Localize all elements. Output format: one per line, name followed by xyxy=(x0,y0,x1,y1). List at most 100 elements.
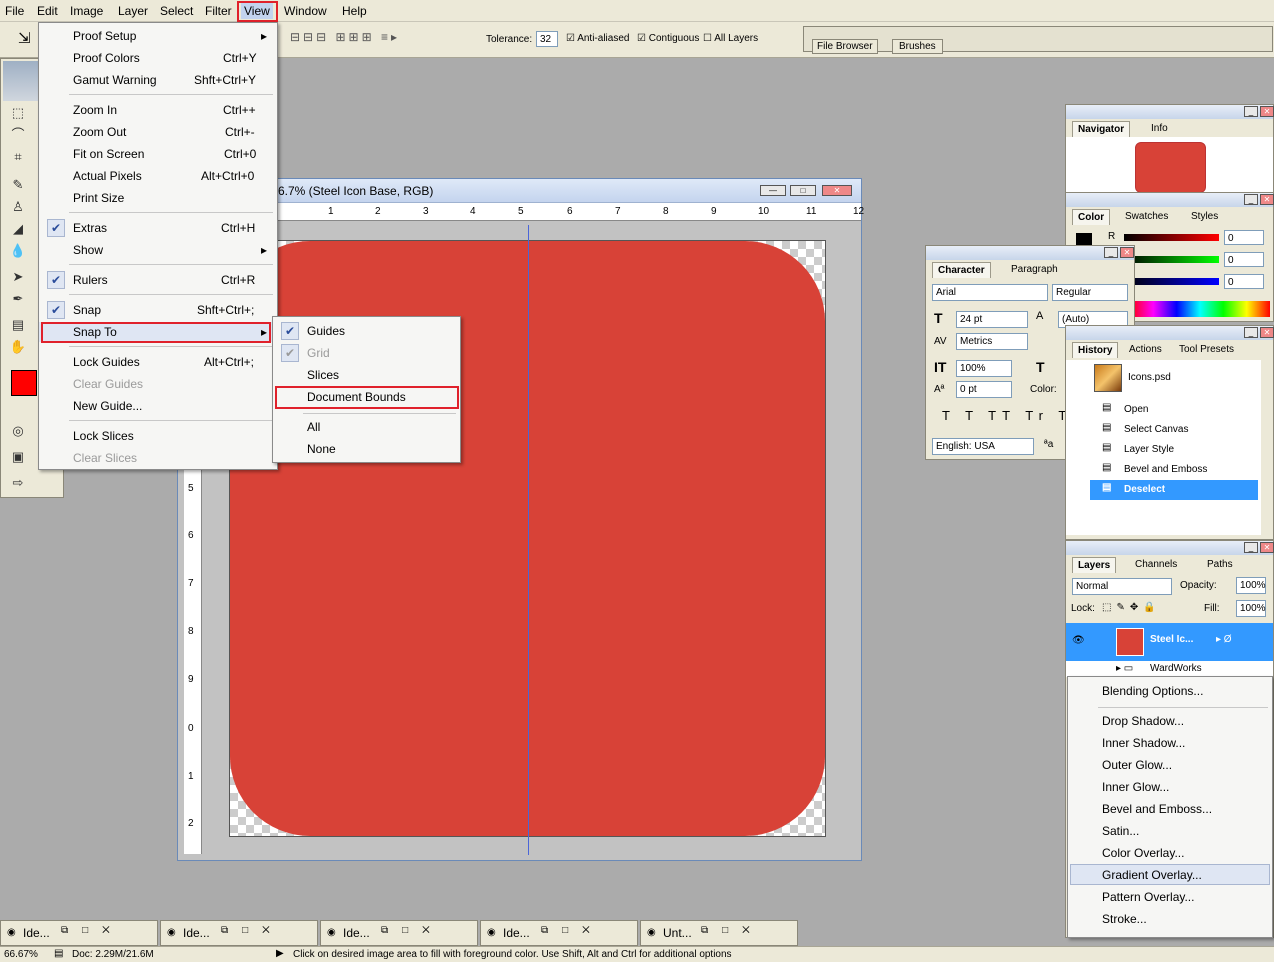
tab-navigator[interactable]: Navigator xyxy=(1072,121,1131,137)
menu-item-blending-options[interactable]: Blending Options... xyxy=(1102,684,1203,698)
antialiased-checkbox[interactable]: ☑ Anti-aliased xyxy=(566,33,629,44)
menu-item-zoom-in[interactable]: Zoom In Ctrl++ xyxy=(39,100,277,120)
tab-actions[interactable]: Actions xyxy=(1124,342,1167,358)
notes-tool-icon[interactable]: ▤ xyxy=(7,315,29,335)
window-buttons[interactable]: ⧉□✕ xyxy=(701,925,764,936)
menu-item-outer-glow[interactable]: Outer Glow... xyxy=(1102,758,1172,772)
close-button[interactable]: ✕ xyxy=(1260,106,1274,117)
window-buttons[interactable]: ⧉□✕ xyxy=(61,925,124,936)
vertical-scale-input[interactable]: 100% xyxy=(956,360,1012,377)
green-value[interactable]: 0 xyxy=(1224,252,1264,267)
minimized-doc[interactable]: ◉ Ide... ⧉□✕ xyxy=(320,920,478,946)
menu-file[interactable]: File xyxy=(2,3,27,19)
menu-item-satin[interactable]: Satin... xyxy=(1102,824,1139,838)
close-button[interactable]: ✕ xyxy=(1260,194,1274,205)
layer-name[interactable]: Steel Ic... xyxy=(1150,634,1193,645)
history-step[interactable]: ▤ Layer Style xyxy=(1066,440,1256,460)
menu-item-extras[interactable]: ✔ Extras Ctrl+H xyxy=(39,218,277,238)
window-buttons[interactable]: ⧉□✕ xyxy=(381,925,444,936)
layer-row-group[interactable]: ▸ ▭ WardWorks xyxy=(1066,661,1273,677)
menu-item-bevel-emboss[interactable]: Bevel and Emboss... xyxy=(1102,802,1212,816)
minimized-doc[interactable]: ◉ Ide... ⧉□✕ xyxy=(0,920,158,946)
stamp-tool-icon[interactable]: ♙ xyxy=(7,197,29,217)
minimize-button[interactable]: — xyxy=(760,185,786,196)
language-select[interactable]: English: USA xyxy=(932,438,1034,455)
blue-value[interactable]: 0 xyxy=(1224,274,1264,289)
foreground-color-swatch[interactable] xyxy=(11,370,37,396)
close-button[interactable]: ✕ xyxy=(1260,327,1274,338)
menu-item-inner-shadow[interactable]: Inner Shadow... xyxy=(1102,736,1185,750)
menu-item-show[interactable]: Show ▸ xyxy=(39,240,277,260)
crop-tool-icon[interactable]: ⌗ xyxy=(7,147,29,167)
navigator-view[interactable] xyxy=(1066,137,1273,193)
menu-edit[interactable]: Edit xyxy=(34,3,61,19)
tab-history[interactable]: History xyxy=(1072,342,1119,358)
menu-window[interactable]: Window xyxy=(281,3,330,19)
opacity-input[interactable]: 100% xyxy=(1236,577,1266,594)
tab-paths[interactable]: Paths xyxy=(1202,557,1238,573)
font-size-input[interactable]: 24 pt xyxy=(956,311,1028,328)
layer-effects-icon[interactable]: ▸ Ø xyxy=(1216,634,1232,645)
menu-item-new-guide[interactable]: New Guide... xyxy=(39,396,277,416)
lock-icons[interactable]: ⬚✎✥🔒 xyxy=(1102,602,1161,613)
minimize-button[interactable]: _ xyxy=(1244,194,1258,205)
tab-info[interactable]: Info xyxy=(1146,121,1173,137)
baseline-input[interactable]: 0 pt xyxy=(956,381,1012,398)
tab-channels[interactable]: Channels xyxy=(1130,557,1182,573)
pen-tool-icon[interactable]: ✒ xyxy=(7,289,29,309)
tab-color[interactable]: Color xyxy=(1072,209,1111,225)
menu-item-gamut-warning[interactable]: Gamut Warning Shft+Ctrl+Y xyxy=(39,70,277,90)
blur-tool-icon[interactable]: 💧 xyxy=(7,241,29,261)
menu-item-guides[interactable]: ✔ Guides xyxy=(273,321,460,341)
kerning-input[interactable]: Metrics xyxy=(956,333,1028,350)
snapshot-label[interactable]: Icons.psd xyxy=(1128,372,1171,383)
maximize-button[interactable]: □ xyxy=(790,185,816,196)
snapshot-thumbnail[interactable] xyxy=(1094,364,1122,392)
minimized-doc[interactable]: ◉ Ide... ⧉□✕ xyxy=(160,920,318,946)
menu-filter[interactable]: Filter xyxy=(202,3,235,19)
font-style-select[interactable]: Regular xyxy=(1052,284,1128,301)
quick-mask-icon[interactable]: ◎ xyxy=(7,421,29,441)
menu-item-lock-slices[interactable]: Lock Slices xyxy=(39,426,277,446)
hand-tool-icon[interactable]: ✋ xyxy=(7,337,29,357)
menu-item-proof-setup[interactable]: Proof Setup ▸ xyxy=(39,26,277,46)
paint-bucket-tool-icon[interactable]: ⇲ xyxy=(18,29,31,47)
menu-layer[interactable]: Layer xyxy=(115,3,151,19)
tab-file-browser[interactable]: File Browser xyxy=(812,39,878,54)
menu-item-lock-guides[interactable]: Lock Guides Alt+Ctrl+; xyxy=(39,352,277,372)
minimized-doc[interactable]: ◉ Ide... ⧉□✕ xyxy=(480,920,638,946)
menu-item-color-overlay[interactable]: Color Overlay... xyxy=(1102,846,1184,860)
layer-row-active[interactable]: 👁 Steel Ic... ▸ Ø xyxy=(1066,623,1273,661)
status-arrow-icon[interactable]: ▶ xyxy=(276,948,284,959)
menu-item-clear-guides[interactable]: Clear Guides xyxy=(39,374,277,394)
menu-item-rulers[interactable]: ✔ Rulers Ctrl+R xyxy=(39,270,277,290)
align-icons[interactable]: ⊟⊟⊟ ⊞⊞⊞ ≡▸ xyxy=(290,30,400,44)
menu-item-print-size[interactable]: Print Size xyxy=(39,188,277,208)
screen-mode-icon[interactable]: ▣ xyxy=(7,447,29,467)
antialias-icon[interactable]: ªa xyxy=(1044,439,1053,450)
zoom-level[interactable]: 66.67% xyxy=(4,949,38,960)
lasso-tool-icon[interactable]: ⌒ xyxy=(7,125,29,145)
window-buttons[interactable]: ⧉□✕ xyxy=(221,925,284,936)
menu-item-actual-pixels[interactable]: Actual Pixels Alt+Ctrl+0 xyxy=(39,166,277,186)
close-button[interactable]: ✕ xyxy=(822,185,852,196)
close-button[interactable]: ✕ xyxy=(1260,542,1274,553)
green-slider[interactable] xyxy=(1124,256,1219,263)
tab-swatches[interactable]: Swatches xyxy=(1120,209,1173,225)
eye-icon[interactable]: 👁 xyxy=(1072,635,1085,646)
path-select-tool-icon[interactable]: ➤ xyxy=(7,267,29,287)
font-family-select[interactable]: Arial xyxy=(932,284,1048,301)
menu-item-inner-glow[interactable]: Inner Glow... xyxy=(1102,780,1169,794)
history-step[interactable]: ▤ Open xyxy=(1066,400,1256,420)
menu-item-none[interactable]: None xyxy=(273,439,460,459)
close-button[interactable]: ✕ xyxy=(1120,247,1134,258)
fill-input[interactable]: 100% xyxy=(1236,600,1266,617)
tab-paragraph[interactable]: Paragraph xyxy=(1006,262,1063,278)
menu-item-clear-slices[interactable]: Clear Slices xyxy=(39,448,277,468)
tolerance-input[interactable]: 32 xyxy=(536,31,558,47)
marquee-tool-icon[interactable]: ⬚ xyxy=(7,103,29,123)
menu-item-slices[interactable]: Slices xyxy=(273,365,460,385)
menu-item-drop-shadow[interactable]: Drop Shadow... xyxy=(1102,714,1184,728)
minimize-button[interactable]: _ xyxy=(1244,106,1258,117)
all-layers-checkbox[interactable]: ☐ All Layers xyxy=(703,33,758,44)
